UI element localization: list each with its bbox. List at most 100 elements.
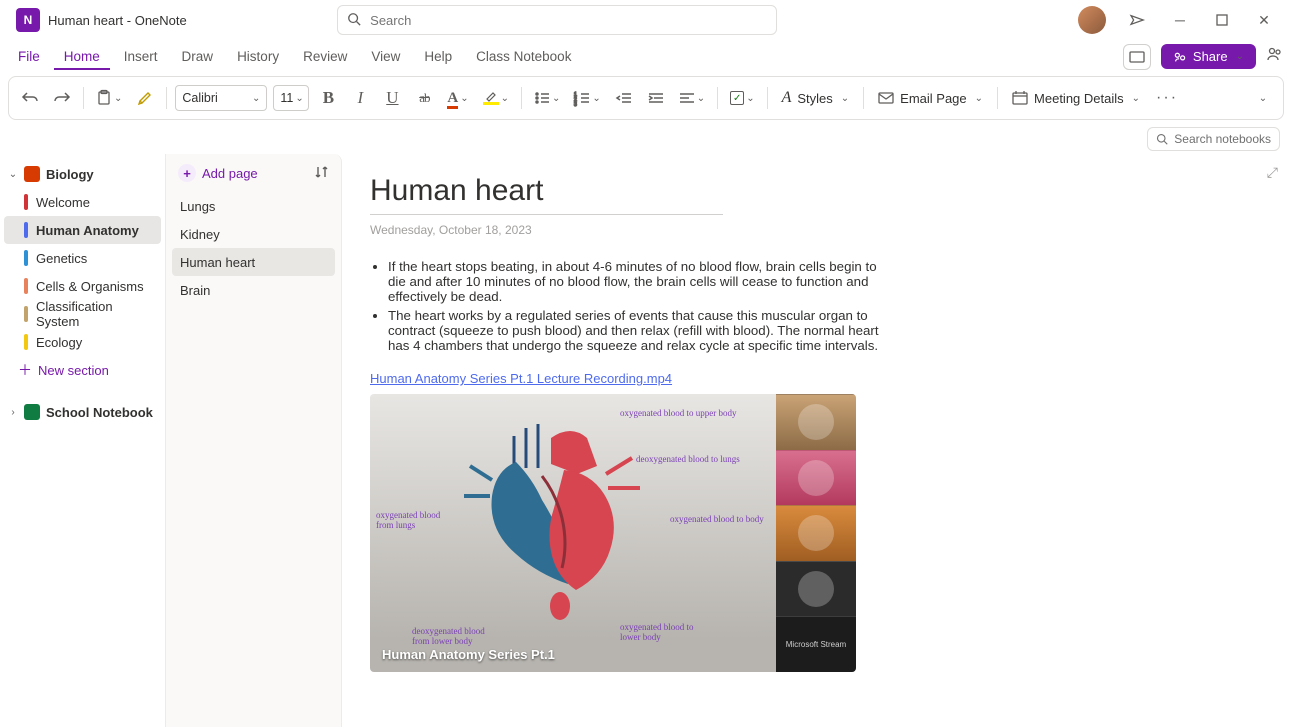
annotation: oxygenated blood from lungs	[376, 510, 446, 530]
redo-button[interactable]	[49, 83, 75, 113]
notebook-label: School Notebook	[46, 405, 153, 420]
menu-draw[interactable]: Draw	[172, 43, 224, 70]
menu-history[interactable]: History	[227, 43, 289, 70]
email-page-button[interactable]: Email Page⌄	[872, 83, 989, 113]
font-color-button[interactable]: A⌄	[443, 83, 472, 113]
body: ⌄ Biology Welcome Human Anatomy Genetics…	[0, 154, 1292, 727]
section-cells-organisms[interactable]: Cells & Organisms	[4, 272, 161, 300]
align-button[interactable]: ⌄	[675, 83, 709, 113]
bold-button[interactable]: B	[315, 83, 341, 113]
share-label: Share	[1193, 49, 1228, 64]
expand-icon[interactable]: ⤢	[1267, 164, 1278, 181]
menu-help[interactable]: Help	[414, 43, 462, 70]
page-brain[interactable]: Brain	[172, 276, 335, 304]
menu-class-notebook[interactable]: Class Notebook	[466, 43, 581, 70]
plus-icon: ＋	[18, 360, 32, 380]
styles-button[interactable]: AStyles⌄	[776, 83, 856, 113]
font-name-select[interactable]: Calibri⌄	[175, 85, 267, 111]
video-source-badge: Microsoft Stream	[776, 616, 856, 672]
menu-insert[interactable]: Insert	[114, 43, 168, 70]
chevron-right-icon: ›	[8, 407, 18, 418]
plus-icon: +	[178, 164, 196, 182]
svg-text:3: 3	[574, 102, 577, 108]
title-bar-right: ─ ✕	[1078, 4, 1284, 36]
heart-diagram	[456, 418, 686, 628]
chevron-down-icon: ⌄	[8, 169, 18, 180]
chevron-down-icon: ⌄	[1236, 51, 1244, 62]
meeting-details-button[interactable]: Meeting Details⌄	[1006, 83, 1146, 113]
font-size-select[interactable]: 11⌄	[273, 85, 309, 111]
close-button[interactable]: ✕	[1244, 4, 1284, 36]
participant-thumb	[776, 394, 856, 450]
participant-thumb	[776, 450, 856, 506]
bullet-item[interactable]: If the heart stops beating, in about 4-6…	[388, 259, 890, 304]
new-section-button[interactable]: ＋New section	[4, 356, 161, 384]
note-body[interactable]: If the heart stops beating, in about 4-6…	[370, 259, 890, 672]
notebook-biology[interactable]: ⌄ Biology	[4, 160, 161, 188]
search-notebooks-input[interactable]: Search notebooks	[1147, 127, 1280, 151]
notebook-color-swatch	[24, 404, 40, 420]
search-notebooks-row: Search notebooks	[0, 126, 1292, 154]
section-classification-system[interactable]: Classification System	[4, 300, 161, 328]
embedded-video[interactable]: oxygenated blood to upper body deoxygena…	[370, 394, 856, 672]
minimize-button[interactable]: ─	[1160, 4, 1200, 36]
menu-file[interactable]: File	[8, 43, 50, 70]
section-color	[24, 278, 28, 294]
annotation: oxygenated blood to lower body	[620, 622, 700, 642]
sort-pages-button[interactable]	[315, 165, 329, 182]
attachment-link[interactable]: Human Anatomy Series Pt.1 Lecture Record…	[370, 371, 672, 386]
window-title: Human heart - OneNote	[48, 13, 187, 28]
mail-icon	[878, 92, 894, 104]
menu-home[interactable]: Home	[54, 43, 110, 70]
page-human-heart[interactable]: Human heart	[172, 248, 335, 276]
share-icon	[1173, 50, 1187, 64]
page-kidney[interactable]: Kidney	[172, 220, 335, 248]
full-page-view-button[interactable]	[1123, 44, 1151, 70]
page-title[interactable]: Human heart	[370, 174, 723, 215]
section-genetics[interactable]: Genetics	[4, 244, 161, 272]
styles-icon: A	[782, 89, 792, 107]
global-search[interactable]	[337, 5, 777, 35]
todo-tag-button[interactable]: ✓⌄	[726, 83, 758, 113]
numbering-button[interactable]: 123⌄	[570, 83, 604, 113]
menu-review[interactable]: Review	[293, 43, 357, 70]
format-painter-button[interactable]	[132, 83, 158, 113]
notifications-icon[interactable]	[1118, 4, 1158, 36]
video-participants: Microsoft Stream	[776, 394, 856, 672]
pages-pane: + Add page Lungs Kidney Human heart Brai…	[166, 154, 342, 727]
section-color	[24, 222, 28, 238]
section-welcome[interactable]: Welcome	[4, 188, 161, 216]
outdent-button[interactable]	[611, 83, 637, 113]
maximize-button[interactable]	[1202, 4, 1242, 36]
more-commands-button[interactable]: ···	[1152, 83, 1182, 113]
paste-button[interactable]: ⌄	[92, 83, 126, 113]
section-ecology[interactable]: Ecology	[4, 328, 161, 356]
search-input[interactable]	[337, 5, 777, 35]
search-icon	[1156, 133, 1168, 145]
calendar-icon	[1012, 91, 1028, 105]
participant-thumb	[776, 505, 856, 561]
notebook-school[interactable]: › School Notebook	[4, 398, 161, 426]
underline-button[interactable]: U	[379, 83, 405, 113]
avatar[interactable]	[1078, 6, 1106, 34]
strikethrough-button[interactable]: ab	[411, 83, 437, 113]
undo-button[interactable]	[17, 83, 43, 113]
menu-bar: File Home Insert Draw History Review Vie…	[0, 40, 1292, 74]
ribbon-collapse-button[interactable]: ⌄	[1249, 83, 1275, 113]
italic-button[interactable]: I	[347, 83, 373, 113]
section-color	[24, 194, 28, 210]
bullets-button[interactable]: ⌄	[530, 83, 564, 113]
coauthor-icon[interactable]	[1266, 46, 1284, 67]
note-canvas[interactable]: ⤢ Human heart Wednesday, October 18, 202…	[342, 154, 1292, 727]
participant-thumb	[776, 561, 856, 617]
add-page-button[interactable]: + Add page	[178, 164, 258, 182]
annotation: deoxygenated blood from lower body	[412, 626, 492, 646]
bullet-item[interactable]: The heart works by a regulated series of…	[388, 308, 890, 353]
page-lungs[interactable]: Lungs	[172, 192, 335, 220]
share-button[interactable]: Share ⌄	[1161, 44, 1256, 69]
menu-view[interactable]: View	[361, 43, 410, 70]
section-human-anatomy[interactable]: Human Anatomy	[4, 216, 161, 244]
indent-button[interactable]	[643, 83, 669, 113]
highlight-button[interactable]: ⌄	[479, 83, 513, 113]
notebook-color-swatch	[24, 166, 40, 182]
